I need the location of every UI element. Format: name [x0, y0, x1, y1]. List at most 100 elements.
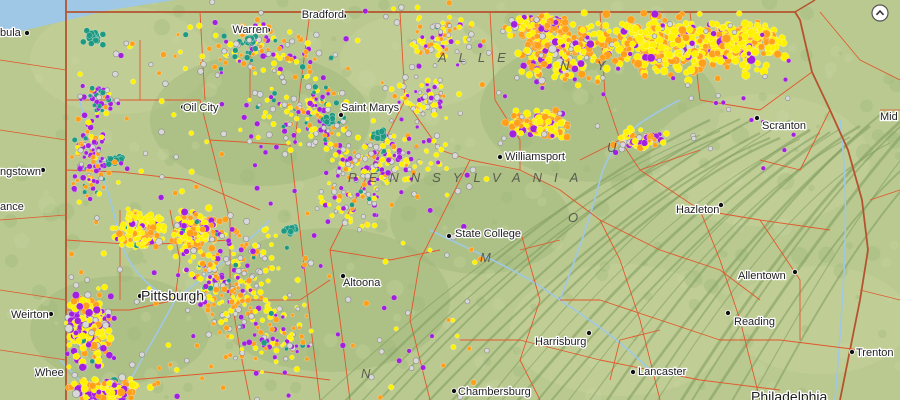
well-point-yellow[interactable] [91, 376, 98, 383]
well-point-yellow[interactable] [685, 25, 694, 34]
well-point-yellow[interactable] [371, 195, 378, 201]
well-point-purple[interactable] [225, 237, 232, 244]
well-point-gray[interactable] [382, 85, 389, 92]
well-point-gray[interactable] [235, 267, 242, 275]
well-point-orange[interactable] [239, 53, 244, 58]
well-point-purple[interactable] [502, 93, 508, 99]
well-point-purple[interactable] [87, 196, 93, 202]
well-point-gray[interactable] [261, 255, 268, 262]
well-point-teal[interactable] [378, 128, 385, 135]
well-point-gray[interactable] [159, 174, 165, 180]
well-point-yellow[interactable] [264, 97, 270, 103]
well-point-yellow[interactable] [196, 22, 203, 29]
well-point-gray[interactable] [422, 93, 429, 100]
well-point-yellow[interactable] [597, 34, 606, 43]
well-point-gray[interactable] [656, 57, 662, 64]
well-point-yellow[interactable] [519, 23, 526, 30]
well-point-purple[interactable] [76, 165, 84, 172]
well-point-orange[interactable] [187, 243, 193, 249]
well-point-yellow[interactable] [764, 44, 772, 52]
well-point-orange[interactable] [468, 247, 474, 253]
well-point-gray[interactable] [269, 106, 277, 113]
well-point-yellow[interactable] [261, 114, 267, 120]
well-point-purple[interactable] [292, 188, 298, 194]
well-point-yellow[interactable] [205, 293, 213, 301]
well-point-purple[interactable] [240, 288, 246, 294]
well-point-orange[interactable] [330, 185, 335, 191]
well-point-orange[interactable] [276, 45, 283, 52]
well-point-gray[interactable] [129, 361, 136, 368]
well-point-purple[interactable] [337, 165, 342, 171]
well-point-orange[interactable] [565, 50, 571, 57]
well-point-yellow[interactable] [434, 36, 440, 42]
well-point-yellow[interactable] [762, 61, 770, 69]
well-point-teal[interactable] [374, 135, 381, 142]
well-point-yellow[interactable] [211, 256, 216, 261]
well-point-orange[interactable] [186, 229, 195, 238]
well-point-yellow[interactable] [101, 283, 108, 291]
well-point-yellow[interactable] [269, 86, 274, 91]
well-point-yellow[interactable] [433, 151, 440, 158]
well-point-orange[interactable] [344, 125, 349, 130]
well-point-gray[interactable] [691, 135, 697, 142]
well-point-yellow[interactable] [218, 319, 225, 326]
well-point-purple[interactable] [83, 150, 89, 156]
well-point-purple[interactable] [292, 139, 298, 145]
well-point-yellow[interactable] [172, 253, 179, 260]
well-point-yellow[interactable] [403, 157, 410, 164]
well-point-yellow[interactable] [258, 281, 264, 287]
well-point-yellow[interactable] [273, 233, 278, 238]
well-point-yellow[interactable] [266, 114, 272, 120]
well-point-yellow[interactable] [113, 225, 119, 231]
well-point-orange[interactable] [299, 339, 306, 346]
well-point-orange[interactable] [417, 23, 423, 30]
well-point-gray[interactable] [258, 10, 264, 16]
well-point-gray[interactable] [98, 175, 104, 182]
well-point-yellow[interactable] [364, 221, 371, 228]
well-point-yellow[interactable] [720, 24, 727, 31]
well-point-orange[interactable] [565, 124, 571, 130]
well-point-gray[interactable] [281, 151, 289, 158]
well-point-gray[interactable] [378, 348, 385, 355]
well-point-purple[interactable] [151, 269, 158, 276]
well-point-orange[interactable] [518, 31, 525, 39]
well-point-teal[interactable] [89, 358, 95, 365]
well-point-orange[interactable] [466, 346, 472, 352]
well-point-purple[interactable] [448, 38, 454, 45]
well-point-purple[interactable] [786, 58, 792, 64]
well-point-yellow[interactable] [731, 56, 740, 65]
well-point-gray[interactable] [548, 44, 557, 54]
well-point-yellow[interactable] [326, 181, 332, 186]
well-point-yellow[interactable] [420, 104, 427, 111]
well-point-orange[interactable] [167, 362, 173, 368]
well-point-orange[interactable] [210, 229, 216, 235]
well-point-yellow[interactable] [370, 118, 376, 124]
well-point-yellow[interactable] [96, 190, 103, 197]
well-point-orange[interactable] [213, 286, 220, 293]
well-point-yellow[interactable] [286, 334, 293, 341]
well-point-yellow[interactable] [80, 384, 89, 393]
well-point-teal[interactable] [218, 66, 224, 72]
well-point-purple[interactable] [320, 74, 327, 81]
well-point-teal[interactable] [244, 54, 251, 61]
well-point-yellow[interactable] [525, 32, 533, 39]
well-point-orange[interactable] [116, 388, 126, 397]
well-point-gray[interactable] [405, 310, 411, 316]
well-point-purple[interactable] [107, 292, 115, 300]
well-point-yellow[interactable] [277, 55, 283, 62]
well-point-gray[interactable] [417, 90, 423, 96]
well-point-yellow[interactable] [428, 161, 434, 166]
well-point-gray[interactable] [88, 329, 95, 337]
well-point-gray[interactable] [201, 271, 207, 277]
well-point-purple[interactable] [243, 102, 250, 108]
well-point-purple[interactable] [791, 132, 797, 138]
well-point-yellow[interactable] [440, 20, 446, 26]
well-point-orange[interactable] [760, 50, 767, 57]
well-point-yellow[interactable] [414, 108, 420, 115]
well-point-yellow[interactable] [438, 146, 445, 153]
well-point-orange[interactable] [259, 48, 265, 54]
well-point-yellow[interactable] [158, 98, 165, 105]
well-point-yellow[interactable] [505, 25, 513, 33]
well-point-yellow[interactable] [287, 105, 293, 111]
well-point-orange[interactable] [223, 324, 230, 331]
